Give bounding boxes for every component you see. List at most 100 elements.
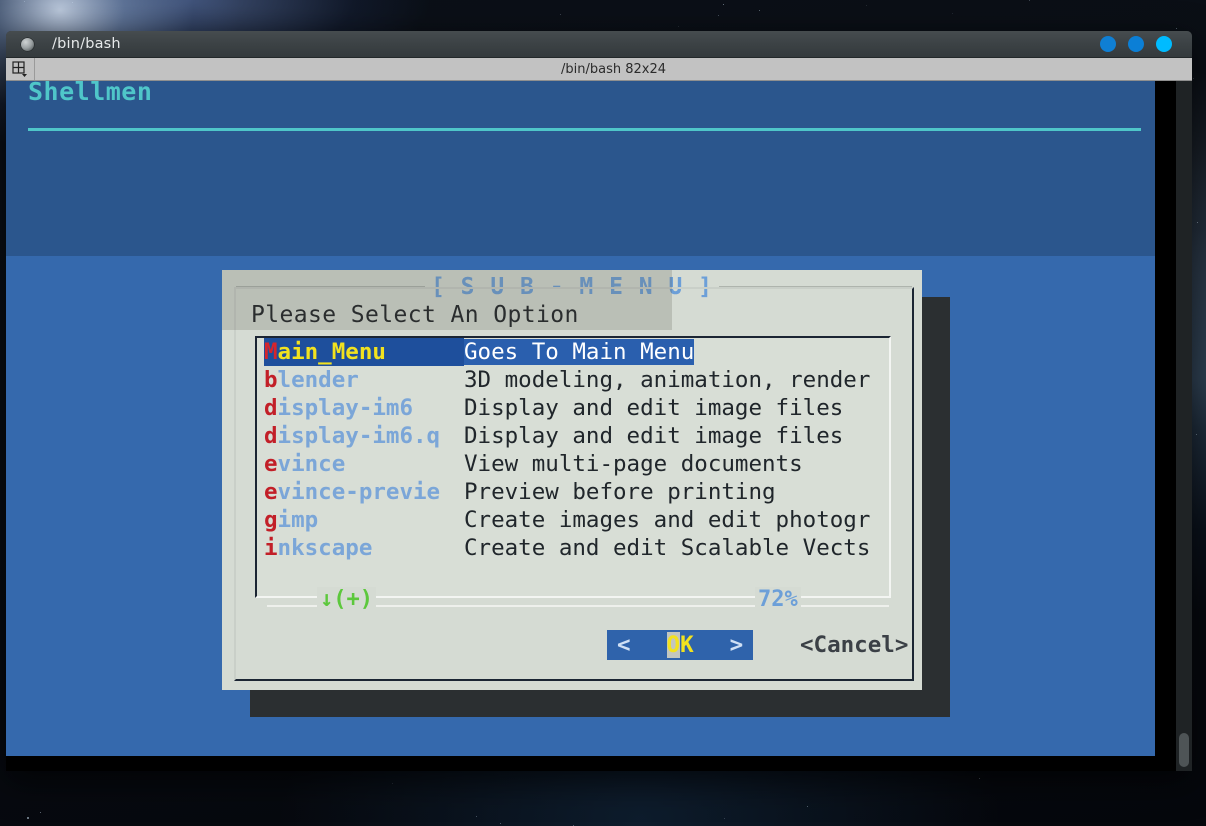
menu-item-description: Display and edit image files (464, 394, 889, 422)
menu-item-key: inkscape (264, 534, 464, 562)
star (1175, 28, 1177, 30)
menu-item-description: Display and edit image files (464, 422, 889, 450)
menu-item[interactable]: blender 3D modeling, animation, render (257, 366, 889, 394)
terminal-window: /bin/bash /bin/bash 82x24 Shellmen [S U… (6, 31, 1192, 771)
terminal-scrollbar[interactable] (1176, 81, 1192, 771)
menu-item-hotkey: i (264, 535, 278, 561)
star (1192, 77, 1194, 79)
menu-item[interactable]: inkscape Create and edit Scalable Vects (257, 534, 889, 562)
scroll-indicator: ↓(+) 72% (255, 587, 895, 620)
menu-item-description-text: Goes To Main Menu (464, 339, 695, 365)
menu-item-hotkey: d (264, 395, 278, 421)
menu-item-name: ain_Menu (277, 339, 386, 365)
menu-item[interactable]: evince View multi-page documents (257, 450, 889, 478)
menu-item[interactable]: display-im6.q Display and edit image file… (257, 422, 889, 450)
menu-item-hotkey: M (264, 339, 278, 365)
window-menu-dot-icon[interactable] (20, 36, 35, 52)
star (1028, 0, 1030, 2)
menu-item-description-text: Create and edit Scalable Vects (464, 535, 871, 561)
star (718, 14, 720, 16)
star (560, 14, 562, 16)
star (759, 9, 761, 11)
menu-item-key: blender (264, 366, 464, 394)
star (1196, 434, 1198, 436)
menu-item-hotkey: e (264, 479, 278, 505)
menu-item-name: imp (277, 507, 319, 533)
menu-item-description-text: Display and edit image files (464, 395, 844, 421)
star (392, 783, 394, 785)
ok-button[interactable]: < O K > (607, 630, 754, 660)
menu-item-description: Goes To Main Menu (464, 338, 889, 366)
star (723, 3, 725, 5)
menu-item-name: vince (277, 451, 346, 477)
menu-item-description-text: Create images and edit photogr (464, 507, 871, 533)
scroll-down-indicator[interactable]: ↓(+) (317, 587, 376, 612)
menu-item-name: isplay-im6 (277, 395, 414, 421)
menu-listbox[interactable]: Main_Menu Goes To Main Menu blender 3D mode… (255, 336, 891, 598)
menu-item-key: display-im6 (264, 394, 464, 422)
submenu-dialog: [ S U B - M E N U ] Please Select An Opt… (222, 270, 922, 690)
ok-right-arrow: > (729, 632, 744, 658)
menu-item-description: 3D modeling, animation, render (464, 366, 889, 394)
menu-item-name: lender (277, 367, 359, 393)
star (475, 815, 477, 817)
menu-item-name: vince-previe (277, 479, 441, 505)
terminal-tabbar: /bin/bash 82x24 (6, 58, 1192, 81)
star (27, 816, 30, 819)
menu-item-description: View multi-page documents (464, 450, 889, 478)
star (723, 817, 725, 819)
menu-item-description-text: Preview before printing (464, 479, 776, 505)
menu-item-key: display-im6.q (264, 422, 464, 450)
star (866, 5, 868, 7)
menu-item-description: Preview before printing (464, 478, 889, 506)
menu-item-hotkey: b (264, 367, 278, 393)
scrollbar-thumb[interactable] (1179, 733, 1189, 767)
menu-item-name: isplay-im6.q (277, 423, 441, 449)
menu-item[interactable]: Main_Menu Goes To Main Menu (257, 338, 889, 366)
star (978, 777, 980, 779)
menu-item-key: gimp (264, 506, 464, 534)
menu-item-description: Create and edit Scalable Vects (464, 534, 889, 562)
star (951, 13, 953, 15)
menu-item-description-text: 3D modeling, animation, render (464, 367, 871, 393)
window-title: /bin/bash (52, 36, 121, 52)
menu-item-hotkey: d (264, 423, 278, 449)
cancel-button[interactable]: <Cancel> (800, 630, 908, 660)
close-button[interactable] (1156, 36, 1172, 52)
menu-item-hotkey: g (264, 507, 278, 533)
star (39, 811, 41, 813)
menu-item[interactable]: evince-previe Preview before printing (257, 478, 889, 506)
menu-item-key: evince (264, 450, 464, 478)
menu-item-description-text: Display and edit image files (464, 423, 844, 449)
app-title-rule (28, 128, 1141, 131)
star (807, 805, 809, 807)
star (677, 26, 679, 28)
menu-item[interactable]: display-im6 Display and edit image files (257, 394, 889, 422)
terminal-tab-label[interactable]: /bin/bash 82x24 (35, 58, 1192, 80)
star (499, 823, 501, 825)
window-controls (1100, 36, 1172, 52)
screen: /bin/bash /bin/bash 82x24 Shellmen [S U… (0, 0, 1206, 826)
menu-item-key: evince-previe (264, 478, 464, 506)
ok-label-rest: K (680, 632, 694, 658)
ok-left-arrow: < (617, 632, 631, 658)
dialog-prompt: Please Select An Option (251, 302, 579, 328)
app-title: Shellmen (28, 81, 153, 106)
menu-item-name: nkscape (277, 535, 373, 561)
dialog-buttons: < O K > <Cancel> (222, 630, 922, 666)
menu-item-description: Create images and edit photogr (464, 506, 889, 534)
minimize-button[interactable] (1100, 36, 1116, 52)
star (72, 2, 74, 4)
menu-item-hotkey: e (264, 451, 278, 477)
maximize-button[interactable] (1128, 36, 1144, 52)
ok-label-first: O (666, 632, 681, 658)
menu-item-description-text: View multi-page documents (464, 451, 803, 477)
menu-item-key: Main_Menu (264, 338, 464, 366)
star (23, 0, 25, 2)
star (1197, 221, 1199, 223)
grid-dropdown-icon[interactable] (6, 58, 35, 80)
scroll-percent: 72% (755, 587, 801, 612)
terminal-body: Shellmen [ S U B - M E N U ] Please Sele… (6, 81, 1192, 771)
window-titlebar: /bin/bash (6, 31, 1192, 58)
menu-item[interactable]: gimp Create images and edit photogr (257, 506, 889, 534)
